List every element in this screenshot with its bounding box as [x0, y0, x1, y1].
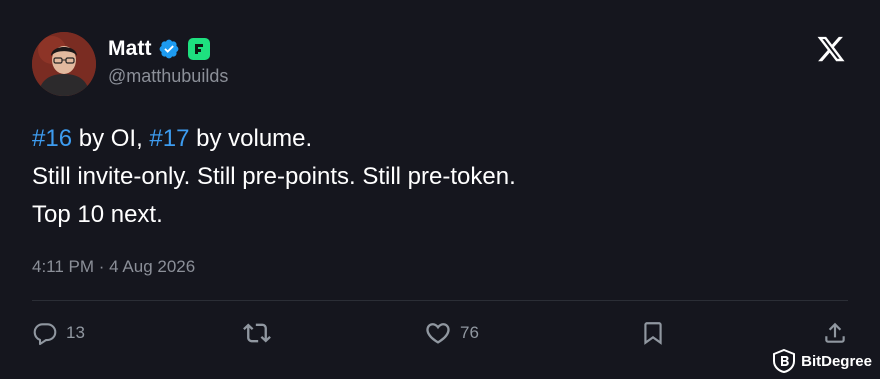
tweet-text-segment: by volume.: [189, 125, 313, 152]
avatar-image: [32, 32, 96, 96]
retweet-button[interactable]: [243, 316, 271, 350]
share-button[interactable]: [822, 316, 848, 350]
x-logo-icon[interactable]: [816, 34, 846, 64]
tweet-timestamp[interactable]: 4:11 PM · 4 Aug 2026: [32, 257, 195, 277]
verified-badge-icon: [158, 38, 180, 60]
like-count: 76: [460, 323, 479, 342]
affiliate-badge-icon: [187, 38, 210, 60]
tweet-card: Matt @matthubuilds #16 by OI, #17 by vol…: [0, 0, 880, 379]
share-icon: [825, 322, 845, 343]
author-handle[interactable]: @matthubuilds: [108, 66, 228, 87]
avatar[interactable]: [32, 32, 96, 96]
like-button[interactable]: 76: [424, 316, 479, 350]
bitdegree-logo-icon: [773, 349, 796, 373]
bitdegree-watermark: BitDegree: [773, 349, 872, 373]
divider: [32, 300, 848, 301]
tweet-text: #16 by OI, #17 by volume. Still invite-o…: [32, 120, 832, 234]
tweet-text-segment: by OI,: [72, 125, 150, 152]
like-icon: [426, 323, 450, 344]
bookmark-icon: [644, 322, 662, 345]
reply-icon: [33, 323, 57, 346]
tweet-line-2: Still invite-only. Still pre-points. Sti…: [32, 163, 516, 190]
author-name[interactable]: Matt: [108, 37, 152, 61]
hashtag-link[interactable]: #16: [32, 125, 72, 152]
watermark-text: BitDegree: [801, 352, 872, 370]
tweet-line-3: Top 10 next.: [32, 201, 163, 228]
action-bar: 13 76: [0, 316, 880, 350]
hashtag-link[interactable]: #17: [149, 125, 189, 152]
author-row: Matt: [108, 37, 210, 61]
bookmark-button[interactable]: [640, 316, 666, 350]
reply-button[interactable]: 13: [32, 316, 85, 350]
tweet-line-1: #16 by OI, #17 by volume.: [32, 120, 832, 158]
reply-count: 13: [66, 323, 85, 342]
retweet-icon: [243, 323, 271, 343]
